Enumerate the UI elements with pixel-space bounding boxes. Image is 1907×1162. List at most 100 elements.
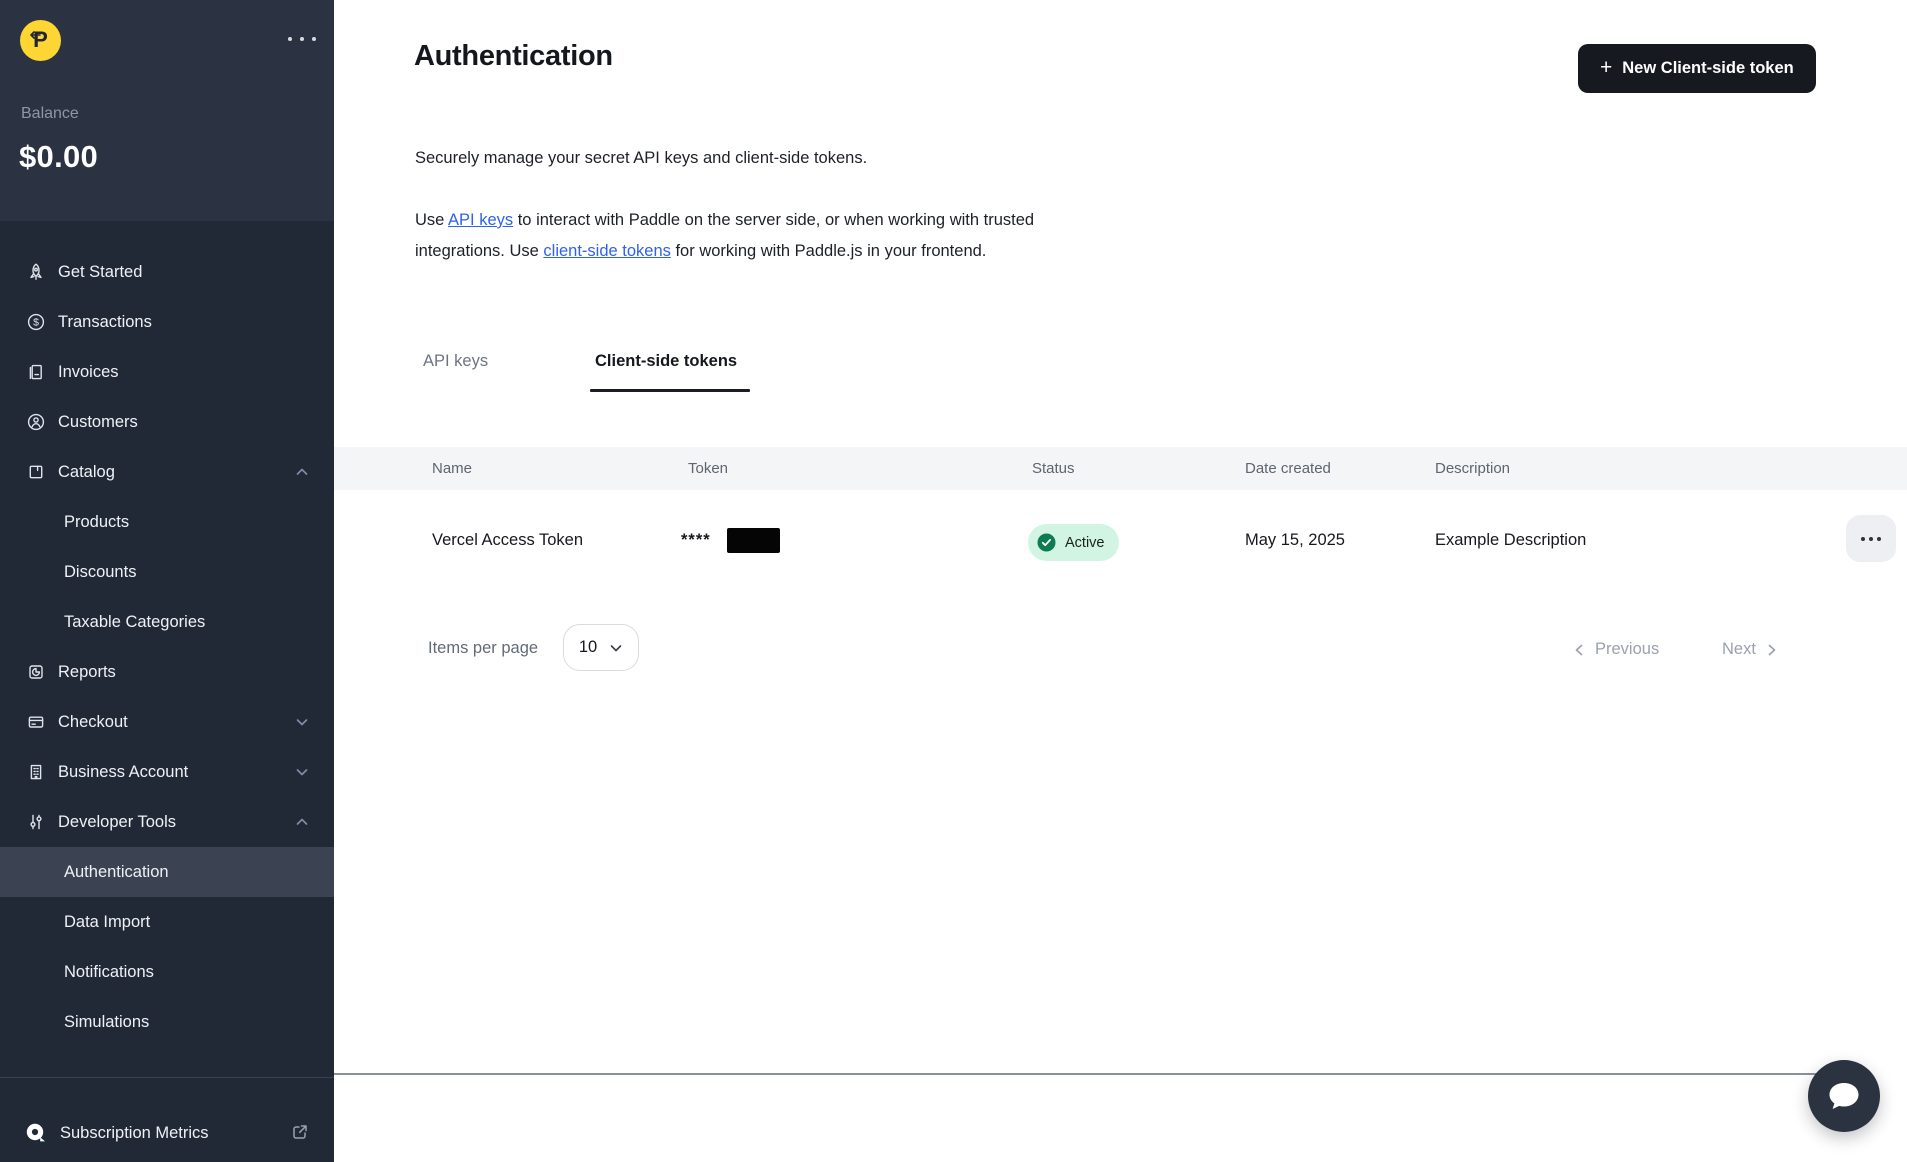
profitwell-logo-icon	[26, 1123, 45, 1142]
items-per-page-select[interactable]: 10	[563, 624, 639, 671]
building-icon	[30, 764, 42, 780]
sidebar-item-checkout[interactable]: Checkout	[0, 697, 334, 747]
paddle-logo-arrow-icon	[30, 31, 41, 39]
sidebar-item-label: Checkout	[58, 712, 128, 731]
ellipsis-icon	[1861, 536, 1865, 541]
row-divider	[334, 1073, 1851, 1075]
token-masked-cell: ****	[681, 531, 711, 549]
svg-text:$: $	[33, 317, 39, 329]
sidebar-item-label: Data Import	[64, 912, 151, 931]
sidebar-footer-label: Subscription Metrics	[60, 1123, 209, 1142]
next-label: Next	[1722, 640, 1756, 658]
status-badge: Active	[1028, 524, 1119, 561]
client-side-tokens-link[interactable]: client-side tokens	[543, 242, 670, 260]
chevron-down-icon	[296, 769, 308, 776]
new-client-side-token-button[interactable]: + New Client-side token	[1578, 44, 1816, 93]
sidebar-item-label: Business Account	[58, 762, 189, 781]
catalog-icon	[29, 465, 43, 479]
sidebar-item-label: Reports	[58, 662, 116, 681]
sidebar-item-label: Taxable Categories	[64, 612, 206, 631]
sidebar-nav: Get Started $ Transactions Invoices Cust…	[0, 247, 334, 1047]
chevron-down-icon	[296, 719, 308, 726]
sidebar-menu-icon[interactable]	[280, 26, 324, 52]
chat-widget-button[interactable]	[1808, 1060, 1880, 1132]
sidebar-item-business-account[interactable]: Business Account	[0, 747, 334, 797]
column-header-date-created: Date created	[1245, 460, 1331, 477]
sidebar-item-label: Developer Tools	[58, 812, 177, 831]
sidebar: P Balance $0.00 Get Started $ Transactio…	[0, 0, 334, 1162]
sidebar-item-notifications[interactable]: Notifications	[0, 947, 334, 997]
table-header-row: Name Token Status Date created Descripti…	[334, 447, 1907, 490]
sliders-icon	[30, 814, 42, 830]
main-content: Authentication + New Client-side token S…	[334, 0, 1907, 1162]
invoice-icon	[29, 364, 42, 380]
sidebar-item-taxable-categories[interactable]: Taxable Categories	[0, 597, 334, 647]
new-token-button-label: New Client-side token	[1622, 59, 1794, 77]
table-row: Vercel Access Token **** Active May 15, …	[334, 490, 1907, 1075]
page-title: Authentication	[414, 40, 613, 72]
column-header-status: Status	[1032, 460, 1075, 477]
intro-text-part: Use	[415, 211, 449, 229]
sidebar-item-data-import[interactable]: Data Import	[0, 897, 334, 947]
token-redaction-box	[727, 528, 780, 553]
row-actions-button[interactable]	[1846, 515, 1896, 562]
sidebar-item-invoices[interactable]: Invoices	[0, 347, 334, 397]
sidebar-item-authentication[interactable]: Authentication	[0, 847, 334, 897]
token-name-cell: Vercel Access Token	[432, 531, 584, 549]
sidebar-item-products[interactable]: Products	[0, 497, 334, 547]
previous-label: Previous	[1595, 640, 1660, 658]
column-header-token: Token	[688, 460, 729, 477]
sidebar-item-get-started[interactable]: Get Started	[0, 247, 334, 297]
sidebar-item-transactions[interactable]: $ Transactions	[0, 297, 334, 347]
sidebar-item-label: Products	[64, 512, 130, 531]
sidebar-item-catalog[interactable]: Catalog	[0, 447, 334, 497]
tab-api-keys[interactable]: API keys	[423, 352, 488, 371]
chevron-left-icon	[1575, 644, 1583, 655]
sidebar-item-reports[interactable]: Reports	[0, 647, 334, 697]
chat-bubble-icon	[1829, 1083, 1859, 1109]
check-circle-icon	[1037, 533, 1056, 552]
chevron-up-icon	[296, 468, 308, 475]
credit-card-icon	[28, 716, 44, 728]
active-tab-underline	[590, 389, 750, 392]
external-link-icon	[293, 1125, 307, 1139]
sidebar-header: P Balance $0.00	[0, 0, 334, 221]
sidebar-item-label: Customers	[58, 412, 138, 431]
sidebar-footer-divider	[0, 1077, 334, 1078]
date-created-cell: May 15, 2025	[1245, 531, 1345, 549]
sidebar-item-simulations[interactable]: Simulations	[0, 997, 334, 1047]
balance-label: Balance	[21, 105, 79, 122]
chevron-right-icon	[1768, 644, 1776, 655]
items-per-page-value: 10	[578, 638, 598, 656]
sidebar-item-label: Notifications	[64, 962, 154, 981]
sidebar-item-customers[interactable]: Customers	[0, 397, 334, 447]
sidebar-item-label: Transactions	[58, 312, 152, 331]
intro-text: Securely manage your secret API keys and…	[415, 149, 868, 167]
customers-icon	[27, 413, 45, 431]
sidebar-item-developer-tools[interactable]: Developer Tools	[0, 797, 334, 847]
sidebar-item-label: Authentication	[64, 862, 169, 881]
intro-text-2: Use API keys to interact with Paddle on …	[415, 205, 1127, 267]
paddle-logo[interactable]: P	[20, 20, 61, 61]
sidebar-item-label: Invoices	[58, 362, 119, 381]
plus-icon: +	[1600, 55, 1613, 79]
sidebar-item-subscription-metrics[interactable]: Subscription Metrics	[0, 1108, 334, 1158]
status-badge-label: Active	[1065, 534, 1105, 551]
chevron-up-icon	[296, 818, 308, 825]
chevron-down-icon	[610, 644, 622, 651]
sidebar-item-discounts[interactable]: Discounts	[0, 547, 334, 597]
balance-value: $0.00	[19, 139, 99, 174]
previous-page-button[interactable]: Previous	[1572, 640, 1659, 659]
tab-client-side-tokens[interactable]: Client-side tokens	[595, 352, 737, 371]
api-keys-link[interactable]: API keys	[448, 211, 513, 229]
items-per-page-label: Items per page	[428, 639, 539, 657]
rocket-icon	[30, 263, 42, 280]
dollar-circle-icon: $	[27, 313, 45, 331]
description-cell: Example Description	[1435, 531, 1587, 549]
intro-text-part: for working with Paddle.js in your front…	[670, 242, 987, 260]
column-header-name: Name	[432, 460, 473, 477]
sidebar-item-label: Catalog	[58, 462, 115, 481]
sidebar-item-label: Discounts	[64, 562, 137, 581]
next-page-button[interactable]: Next	[1722, 640, 1779, 659]
reports-icon	[29, 665, 43, 679]
